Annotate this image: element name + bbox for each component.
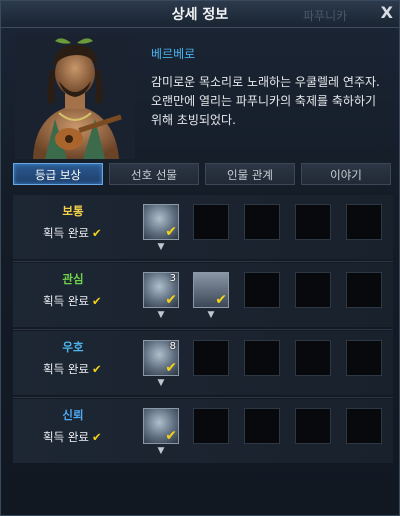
reward-row: 관심 획득 완료 ✔ 3 ✔ ▼ ✔ ▼	[13, 263, 393, 327]
check-icon: ✔	[165, 428, 177, 444]
chevron-down-icon: ▼	[157, 310, 165, 320]
grade-label: 우호	[62, 340, 84, 354]
tab-relationships[interactable]: 인물 관계	[205, 163, 295, 185]
tab-bar: 등급 보상 선호 선물 인물 관계 이야기	[13, 163, 393, 187]
check-icon: ✔	[91, 294, 102, 308]
tab-preferred-gift[interactable]: 선호 선물	[109, 163, 199, 185]
empty-slot	[295, 408, 331, 444]
empty-slot	[244, 340, 280, 376]
reward-slot-horn-icon[interactable]: ✔	[143, 408, 179, 444]
empty-slot	[295, 204, 331, 240]
background-region-title: 파푸니카	[303, 9, 348, 23]
empty-slot	[244, 204, 280, 240]
empty-slot	[346, 408, 382, 444]
check-icon: ✔	[91, 430, 102, 444]
grade-label: 보통	[62, 204, 84, 218]
reward-slot-coin-icon[interactable]: ✔	[143, 204, 179, 240]
empty-slot	[346, 340, 382, 376]
reward-slot-coin-icon[interactable]: 8 ✔	[143, 340, 179, 376]
grade-label: 관심	[62, 272, 84, 286]
reward-row: 신뢰 획득 완료 ✔ ✔ ▼	[13, 399, 393, 463]
reward-row: 우호 획득 완료 ✔ 8 ✔ ▼	[13, 331, 393, 395]
status-text: 획득 완료 ✔	[43, 225, 102, 241]
empty-slot	[244, 272, 280, 308]
empty-slot	[295, 340, 331, 376]
status-label: 획득 완료	[43, 430, 89, 444]
status-label: 획득 완료	[43, 294, 89, 308]
npc-description: 감미로운 목소리로 노래하는 우쿨렐레 연주자. 오랜만에 열리는 파푸니카의 …	[151, 75, 380, 127]
status-label: 획득 완료	[43, 226, 89, 240]
npc-portrait	[15, 35, 135, 159]
tab-story[interactable]: 이야기	[301, 163, 391, 185]
status-label: 획득 완료	[43, 362, 89, 376]
tab-grade-reward[interactable]: 등급 보상	[13, 163, 103, 185]
portrait-illustration	[15, 35, 135, 159]
divider	[13, 261, 393, 262]
chevron-down-icon: ▼	[207, 310, 215, 320]
check-icon: ✔	[91, 362, 102, 376]
divider	[13, 397, 393, 398]
empty-slot	[244, 408, 280, 444]
detail-info-window: 상세 정보 파푸니카 X 베르베로 감미로운 목소리로 노래하는 우쿨렐레 연주…	[0, 0, 400, 516]
item-count: 8	[169, 341, 176, 352]
check-icon: ✔	[165, 224, 177, 240]
divider	[13, 329, 393, 330]
close-button[interactable]: X	[381, 3, 393, 22]
check-icon: ✔	[215, 292, 227, 308]
empty-slot	[193, 204, 229, 240]
empty-slot	[295, 272, 331, 308]
title-bar: 상세 정보 파푸니카 X	[1, 1, 399, 28]
item-count: 3	[169, 273, 176, 284]
check-icon: ✔	[165, 360, 177, 376]
npc-name: 베르베로	[151, 47, 196, 61]
empty-slot	[193, 408, 229, 444]
grade-label: 신뢰	[62, 408, 84, 422]
empty-slot	[346, 204, 382, 240]
status-text: 획득 완료 ✔	[43, 429, 102, 445]
check-icon: ✔	[91, 226, 102, 240]
empty-slot	[193, 340, 229, 376]
status-text: 획득 완료 ✔	[43, 293, 102, 309]
reward-row: 보통 획득 완료 ✔ ✔ ▼	[13, 195, 393, 259]
status-text: 획득 완료 ✔	[43, 361, 102, 377]
check-icon: ✔	[165, 292, 177, 308]
chevron-down-icon: ▼	[157, 378, 165, 388]
empty-slot	[346, 272, 382, 308]
chevron-down-icon: ▼	[157, 446, 165, 456]
chevron-down-icon: ▼	[157, 242, 165, 252]
reward-slot-card-icon[interactable]: ✔	[193, 272, 229, 308]
reward-slot-feather-scroll-icon[interactable]: 3 ✔	[143, 272, 179, 308]
